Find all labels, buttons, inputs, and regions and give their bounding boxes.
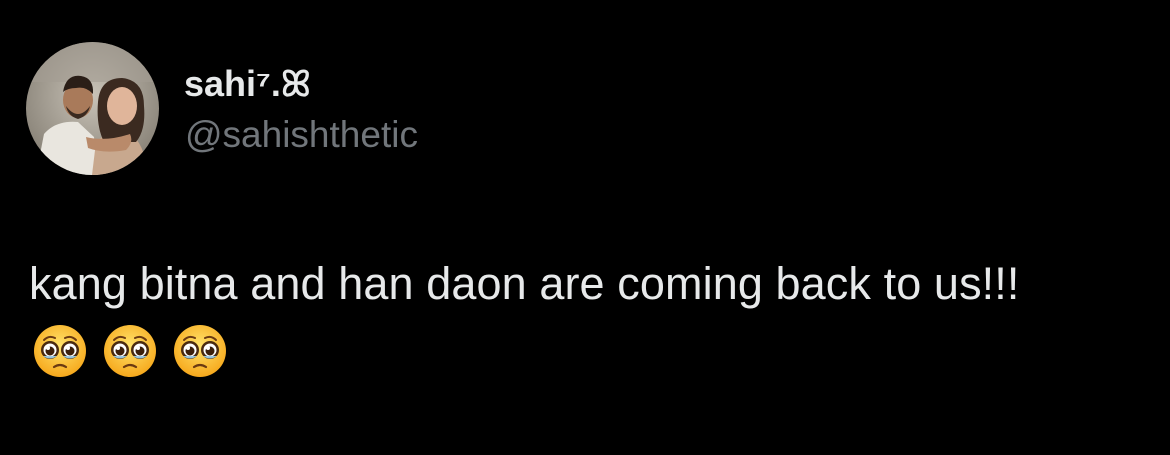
tweet-text: kang bitna and han daon are coming back … [29,258,1020,309]
tweet-card: sahi⁷.ꕤ @sahishthetic kang bitna and han… [0,0,1170,455]
pleading-face-emoji [104,325,156,377]
user-handle[interactable]: @sahishthetic [185,112,418,158]
display-name[interactable]: sahi⁷.ꕤ [184,62,311,106]
avatar[interactable] [26,42,159,175]
pleading-face-emoji [34,325,86,377]
avatar-photo [26,42,159,175]
emoji-row [32,323,228,383]
pleading-face-emoji [174,325,226,377]
